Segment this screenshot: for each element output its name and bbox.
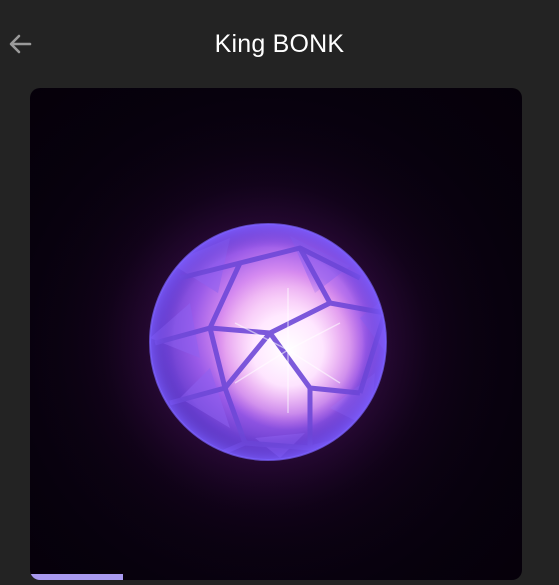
nft-detail-screen: King BONK <box>0 0 559 585</box>
progress-track <box>30 574 522 580</box>
glowing-orb-image <box>38 112 498 572</box>
progress-bar <box>30 574 124 580</box>
nft-media-card[interactable] <box>30 88 522 580</box>
page-title: King BONK <box>214 30 345 58</box>
header-bar: King BONK <box>0 0 559 88</box>
